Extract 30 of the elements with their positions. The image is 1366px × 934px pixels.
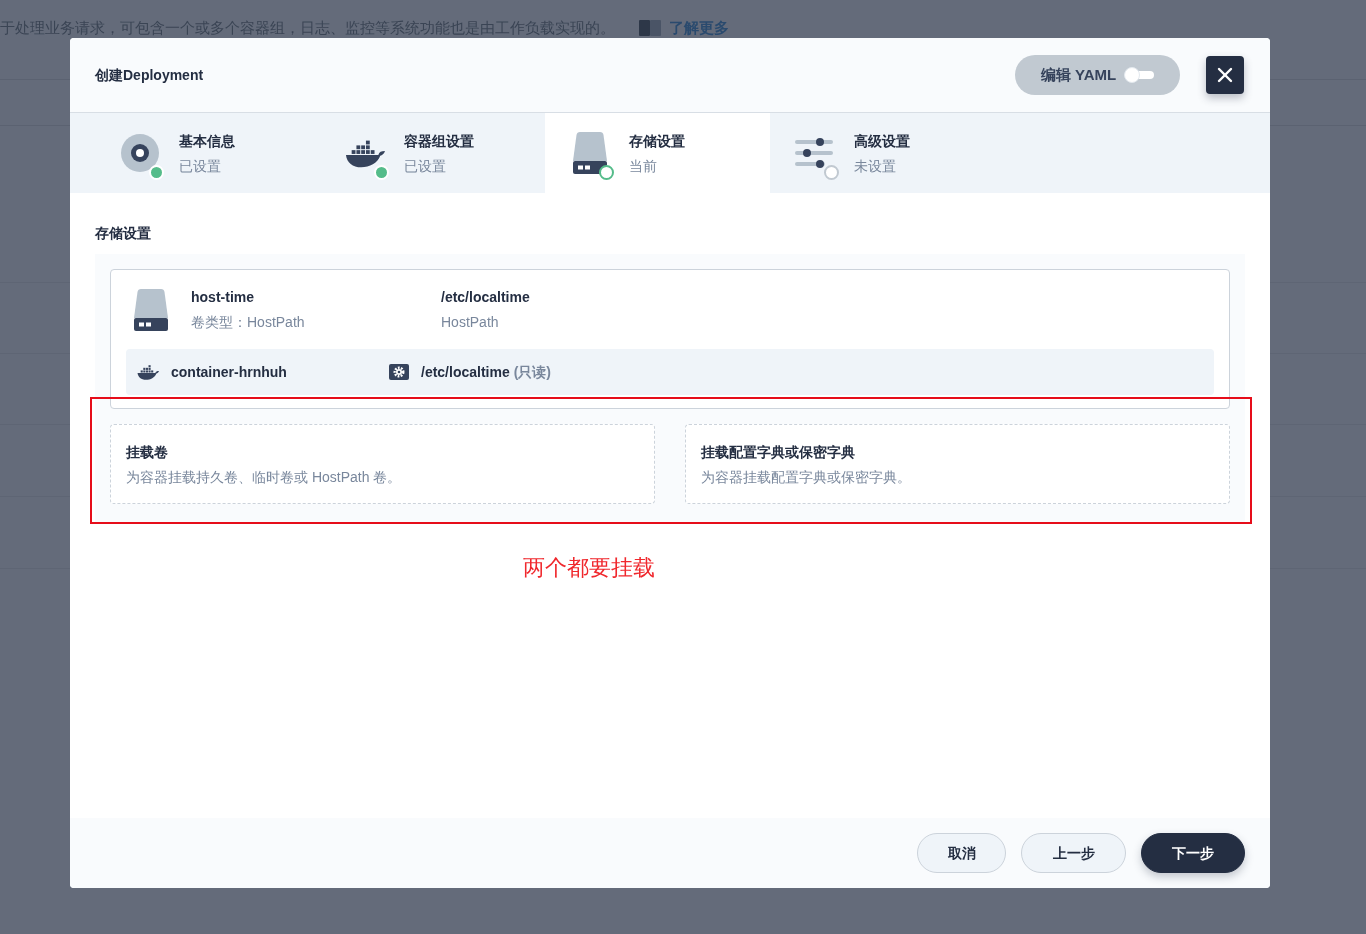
sliders-icon <box>795 135 835 171</box>
whale-icon <box>345 138 385 168</box>
mount-option-card[interactable]: 挂载配置字典或保密字典 为容器挂载配置字典或保密字典。 <box>685 424 1230 504</box>
step-tab[interactable]: 存储设置 当前 <box>545 113 770 193</box>
hard-drive-icon <box>573 132 607 174</box>
book-icon <box>639 20 661 36</box>
footer-button[interactable]: 上一步 <box>1021 833 1126 873</box>
dialog-title: 创建Deployment <box>95 66 204 85</box>
footer-button[interactable]: 下一步 <box>1141 833 1245 873</box>
step-tab[interactable]: 高级设置 未设置 <box>770 113 995 193</box>
volume-name: host-time <box>191 288 255 307</box>
mount-mode: (只读) <box>513 363 552 382</box>
step-tab[interactable]: 基本信息 已设置 <box>95 113 320 193</box>
step-tab[interactable]: 容器组设置 已设置 <box>320 113 545 193</box>
path-type: HostPath <box>441 313 500 332</box>
annotation-text: 两个都要挂载 <box>523 555 655 581</box>
footer-button[interactable]: 取消 <box>917 833 1006 873</box>
section-title: 存储设置 <box>95 224 151 243</box>
toggle-switch[interactable] <box>1124 67 1155 83</box>
host-path: /etc/localtime <box>441 288 530 307</box>
hard-drive-icon <box>134 288 168 331</box>
disc-icon <box>121 134 159 172</box>
container-name: container-hrnhuh <box>171 363 288 382</box>
edit-yaml-button[interactable]: 编辑 YAML <box>1015 55 1180 95</box>
mount-path: /etc/localtime <box>421 363 510 382</box>
mount-option-card[interactable]: 挂载卷 为容器挂载持久卷、临时卷或 HostPath 卷。 <box>110 424 655 504</box>
whale-icon <box>137 364 159 380</box>
volume-type: 卷类型：HostPath <box>191 313 306 332</box>
close-button[interactable] <box>1206 56 1244 94</box>
gear-icon <box>389 364 409 380</box>
